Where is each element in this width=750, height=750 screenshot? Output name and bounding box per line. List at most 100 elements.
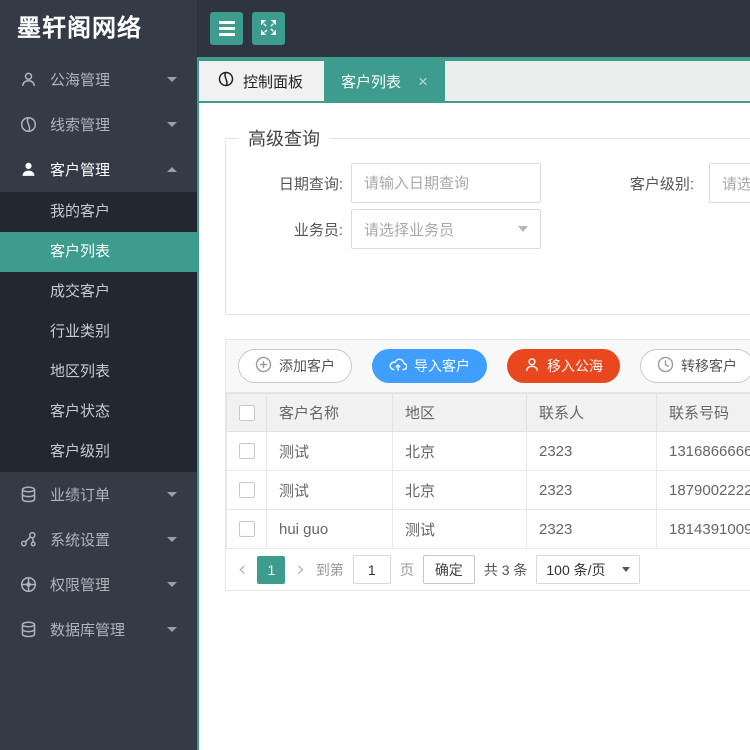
advanced-query-panel: 高级查询 日期查询: 客户级别: 请选择客户级别 业务员: 请选择业务员 — [225, 125, 750, 315]
customer-table: 客户名称 地区 联系人 联系号码 测试 北京 2323 1316866666 测… — [226, 393, 750, 549]
page-size-value: 100 条/页 — [546, 561, 606, 578]
import-customer-button[interactable]: 导入客户 — [372, 349, 487, 383]
confirm-page-button[interactable]: 确定 — [422, 555, 475, 584]
sidebar-divider — [197, 57, 199, 750]
sidebar-subitem-closed-customers[interactable]: 成交客户 — [0, 272, 197, 312]
cell-phone: 1814391009 — [656, 509, 750, 549]
tab-label: 控制面板 — [243, 73, 304, 91]
sidebar-subitem-customer-list[interactable]: 客户列表 — [0, 232, 197, 272]
fullscreen-icon — [260, 19, 277, 39]
goto-page-input[interactable] — [352, 555, 391, 584]
cell-region: 测试 — [392, 509, 527, 549]
date-query-input[interactable] — [351, 163, 541, 203]
row-checkbox[interactable] — [239, 443, 255, 459]
tab-label: 客户列表 — [341, 73, 402, 91]
sidebar-subitem-industry-category[interactable]: 行业类别 — [0, 312, 197, 352]
collapse-sidebar-button[interactable] — [210, 12, 243, 45]
topbar — [197, 0, 750, 57]
cell-contact: 2323 — [526, 431, 657, 471]
sidebar-subitem-my-customers[interactable]: 我的客户 — [0, 192, 197, 232]
globe-icon — [218, 71, 234, 91]
current-page-button[interactable]: 1 — [257, 555, 286, 584]
button-label: 导入客户 — [414, 358, 470, 374]
pagination-bar: ‹ 1 › 到第 页 确定 共 3 条 100 条/页 — [226, 549, 750, 590]
sidebar-item-label: 公海管理 — [50, 72, 111, 89]
cell-name: 测试 — [266, 431, 393, 471]
sidebar-subitem-customer-level[interactable]: 客户级别 — [0, 432, 197, 472]
select-placeholder: 请选择业务员 — [364, 221, 455, 239]
row-checkbox[interactable] — [239, 521, 255, 537]
row-checkbox[interactable] — [239, 482, 255, 498]
tab-customer-list[interactable]: 客户列表 × — [324, 61, 445, 101]
page-content: 高级查询 日期查询: 客户级别: 请选择客户级别 业务员: 请选择业务员 — [197, 103, 750, 750]
prev-page-icon[interactable]: ‹ — [236, 559, 248, 580]
column-header-phone: 联系号码 — [656, 393, 750, 432]
table-header-row: 客户名称 地区 联系人 联系号码 — [226, 393, 750, 432]
sidebar-subitem-customer-status[interactable]: 客户状态 — [0, 392, 197, 432]
cell-contact: 2323 — [526, 509, 657, 549]
globe-icon — [20, 116, 37, 133]
cell-name: hui guo — [266, 509, 393, 549]
chevron-down-icon — [518, 226, 528, 232]
chevron-up-icon — [167, 167, 177, 172]
sidebar-item-orders[interactable]: 业绩订单 — [0, 472, 197, 517]
column-header-contact: 联系人 — [526, 393, 657, 432]
sidebar-item-settings[interactable]: 系统设置 — [0, 517, 197, 562]
grid-toolbar: 添加客户 导入客户 移入公海 转移客户 — [226, 340, 750, 393]
chevron-down-icon — [167, 627, 177, 632]
page-size-select[interactable]: 100 条/页 — [536, 555, 641, 584]
sidebar-item-customers[interactable]: 客户管理 — [0, 147, 197, 192]
app-logo: 墨轩阁网络 — [17, 15, 142, 42]
chevron-down-icon — [622, 567, 631, 572]
user-icon — [20, 161, 37, 178]
goto-label: 到第 — [315, 561, 344, 578]
chevron-down-icon — [167, 122, 177, 127]
chevron-down-icon — [167, 537, 177, 542]
select-all-checkbox[interactable] — [239, 404, 255, 421]
cell-region: 北京 — [392, 470, 527, 510]
salesman-select[interactable]: 请选择业务员 — [351, 209, 541, 249]
sidebar-item-label: 线索管理 — [50, 117, 111, 134]
fullscreen-button[interactable] — [252, 12, 285, 45]
cloud-upload-icon — [389, 357, 408, 376]
user-icon — [524, 357, 540, 376]
menu-icon — [218, 21, 235, 36]
table-row: 测试 北京 2323 1879002222 — [226, 470, 750, 510]
close-icon[interactable]: × — [418, 73, 428, 90]
cell-phone: 1316866666 — [656, 431, 750, 471]
button-label: 转移客户 — [681, 358, 737, 374]
sidebar-item-label: 业绩订单 — [50, 487, 111, 504]
users-icon — [20, 71, 37, 88]
cell-name: 测试 — [266, 470, 393, 510]
tab-dashboard[interactable]: 控制面板 — [197, 61, 325, 101]
sidebar-item-database[interactable]: 数据库管理 — [0, 607, 197, 652]
select-placeholder: 请选择客户级别 — [722, 175, 750, 193]
button-label: 添加客户 — [279, 358, 335, 374]
sidebar-item-label: 客户管理 — [50, 162, 111, 179]
main-area: 控制面板 客户列表 × 高级查询 日期查询: 客户级别: 请选择客户级别 — [197, 0, 750, 750]
customer-level-select[interactable]: 请选择客户级别 — [709, 163, 750, 203]
table-row: 测试 北京 2323 1316866666 — [226, 431, 750, 471]
transfer-customer-button[interactable]: 转移客户 — [640, 349, 750, 383]
customer-grid: 添加客户 导入客户 移入公海 转移客户 客户名称 地区 联系人 联系号码 测试 … — [225, 339, 750, 591]
chevron-down-icon — [167, 582, 177, 587]
sidebar-item-public-sea[interactable]: 公海管理 — [0, 57, 197, 102]
wheel-icon — [20, 576, 37, 593]
move-to-public-sea-button[interactable]: 移入公海 — [507, 349, 620, 383]
date-query-label: 日期查询: — [278, 175, 343, 193]
clock-icon — [657, 356, 674, 376]
customer-level-label: 客户级别: — [629, 175, 694, 193]
add-customer-button[interactable]: 添加客户 — [238, 349, 352, 383]
cell-phone: 1879002222 — [656, 470, 750, 510]
tab-bar: 控制面板 客户列表 × — [197, 57, 750, 103]
database-icon — [20, 486, 37, 503]
sidebar-item-label: 数据库管理 — [50, 622, 126, 639]
sidebar-item-leads[interactable]: 线索管理 — [0, 102, 197, 147]
sidebar-subitem-region-list[interactable]: 地区列表 — [0, 352, 197, 392]
column-header-region: 地区 — [392, 393, 527, 432]
next-page-icon[interactable]: › — [294, 559, 306, 580]
sidebar-item-permissions[interactable]: 权限管理 — [0, 562, 197, 607]
column-header-name: 客户名称 — [266, 393, 393, 432]
page-word: 页 — [399, 561, 414, 578]
button-label: 移入公海 — [547, 358, 603, 374]
